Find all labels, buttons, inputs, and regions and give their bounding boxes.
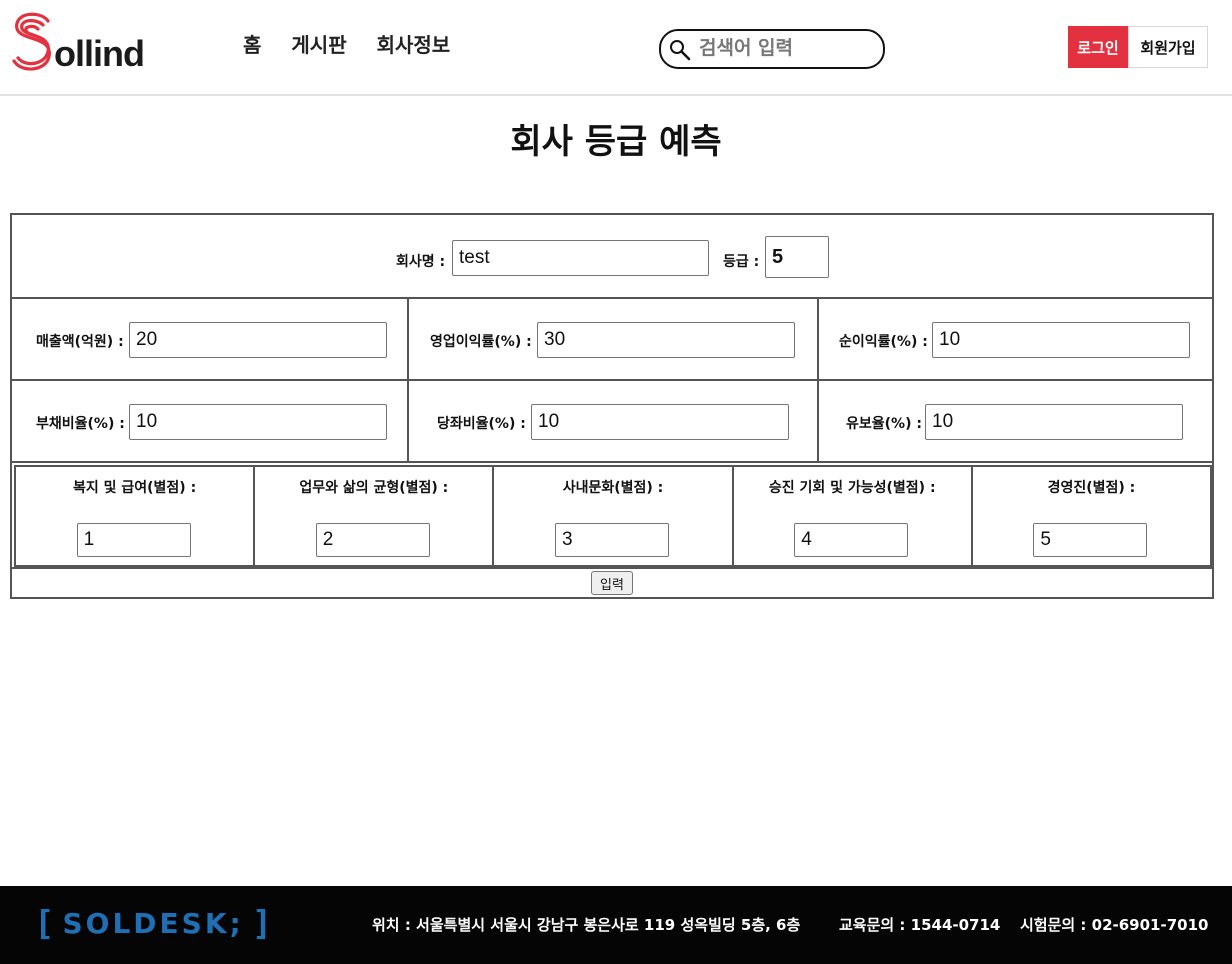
nav-item-company-info[interactable]: 회사정보: [377, 30, 451, 60]
rating-label: 경영진(별점) :: [1047, 480, 1136, 496]
footer-exam-contact: 시험문의 : 02-6901-7010: [1020, 916, 1209, 934]
reserve-ratio-input[interactable]: [925, 404, 1183, 440]
form-row-profitability: 매출액(억원) : 영업이익률(%) : 순이익률(%) :: [12, 299, 1212, 381]
current-ratio-input[interactable]: [531, 404, 789, 440]
rating-cell-management: 경영진(별점) :: [973, 467, 1210, 565]
main-nav: 홈 게시판 회사정보: [243, 30, 450, 60]
nav-item-home[interactable]: 홈: [243, 30, 261, 60]
grade-input[interactable]: [765, 236, 829, 278]
site-footer: [ SOLDESK; ] 위치 : 서울특별시 서울시 강남구 봉은사로 119…: [0, 886, 1232, 964]
company-name-label: 회사명 :: [396, 254, 446, 270]
net-margin-label: 순이익률(%) :: [839, 334, 928, 350]
rating-cell-work-life-balance: 업무와 삶의 균형(별점) :: [255, 467, 495, 565]
signup-button[interactable]: 회원가입: [1128, 26, 1208, 68]
form-row-company: 회사명 : 등급 :: [12, 215, 1212, 299]
form-row-ratings: 복지 및 급여(별점) : 업무와 삶의 균형(별점) : 사내문화(별점) :…: [12, 463, 1212, 569]
rating-cell-culture: 사내문화(별점) :: [494, 467, 734, 565]
login-button[interactable]: 로그인: [1068, 26, 1128, 68]
auth-buttons: 로그인 회원가입: [1068, 26, 1208, 68]
reserve-ratio-label: 유보율(%) :: [846, 416, 922, 432]
debt-ratio-input[interactable]: [129, 404, 387, 440]
grade-label: 등급 :: [723, 254, 760, 270]
rating-cell-promotion: 승진 기회 및 가능성(별점) :: [734, 467, 973, 565]
rating-input-management[interactable]: [1033, 523, 1148, 557]
footer-logo-bracket-right: ]: [251, 904, 273, 944]
brand-logo[interactable]: ollind: [10, 10, 145, 74]
debt-ratio-label: 부채비율(%) :: [36, 416, 125, 432]
brand-name: ollind: [54, 33, 145, 74]
operating-margin-input[interactable]: [537, 322, 795, 358]
column-divider: [407, 299, 409, 379]
operating-margin-label: 영업이익률(%) :: [430, 334, 532, 350]
search-box: [659, 29, 885, 69]
form-row-submit: 입력: [12, 569, 1212, 597]
submit-button[interactable]: 입력: [591, 571, 633, 595]
rating-input-welfare[interactable]: [76, 523, 191, 557]
current-ratio-label: 당좌비율(%) :: [437, 416, 526, 432]
nav-item-board[interactable]: 게시판: [291, 30, 346, 60]
page-title: 회사 등급 예측: [510, 122, 722, 162]
footer-logo-bracket-left: [: [34, 904, 55, 944]
ratings-table: 복지 및 급여(별점) : 업무와 삶의 균형(별점) : 사내문화(별점) :…: [14, 465, 1212, 567]
rating-label: 사내문화(별점) :: [562, 480, 664, 496]
form-row-stability: 부채비율(%) : 당좌비율(%) : 유보율(%) :: [12, 381, 1212, 463]
footer-logo-text: SOLDESK;: [62, 907, 244, 940]
rating-cell-welfare: 복지 및 급여(별점) :: [16, 467, 256, 565]
revenue-label: 매출액(억원) :: [36, 334, 124, 350]
company-name-input[interactable]: [452, 240, 709, 276]
rating-input-promotion[interactable]: [794, 523, 909, 557]
column-divider: [407, 381, 409, 461]
rating-input-work-life-balance[interactable]: [315, 523, 430, 557]
revenue-input[interactable]: [129, 322, 387, 358]
column-divider: [817, 299, 819, 379]
search-input[interactable]: [699, 36, 869, 60]
logo-s-mark-icon: [12, 12, 51, 71]
footer-address: 위치 : 서울특별시 서울시 강남구 봉은사로 119 성옥빌딩 5층, 6층: [372, 916, 801, 934]
footer-logo: [ SOLDESK; ]: [34, 906, 272, 942]
rating-label: 업무와 삶의 균형(별점) :: [299, 480, 449, 496]
site-header: ollind 홈 게시판 회사정보 로그인 회원가입: [0, 0, 1232, 96]
footer-education-contact: 교육문의 : 1544-0714: [839, 916, 1001, 934]
net-margin-input[interactable]: [932, 322, 1190, 358]
rating-label: 승진 기회 및 가능성(별점) :: [768, 480, 936, 496]
search-icon[interactable]: [669, 39, 691, 61]
rating-label: 복지 및 급여(별점) :: [73, 480, 197, 496]
column-divider: [817, 381, 819, 461]
prediction-form: 회사명 : 등급 : 매출액(억원) : 영업이익률(%) : 순이익률(%) …: [10, 213, 1214, 599]
rating-input-culture[interactable]: [555, 523, 669, 557]
